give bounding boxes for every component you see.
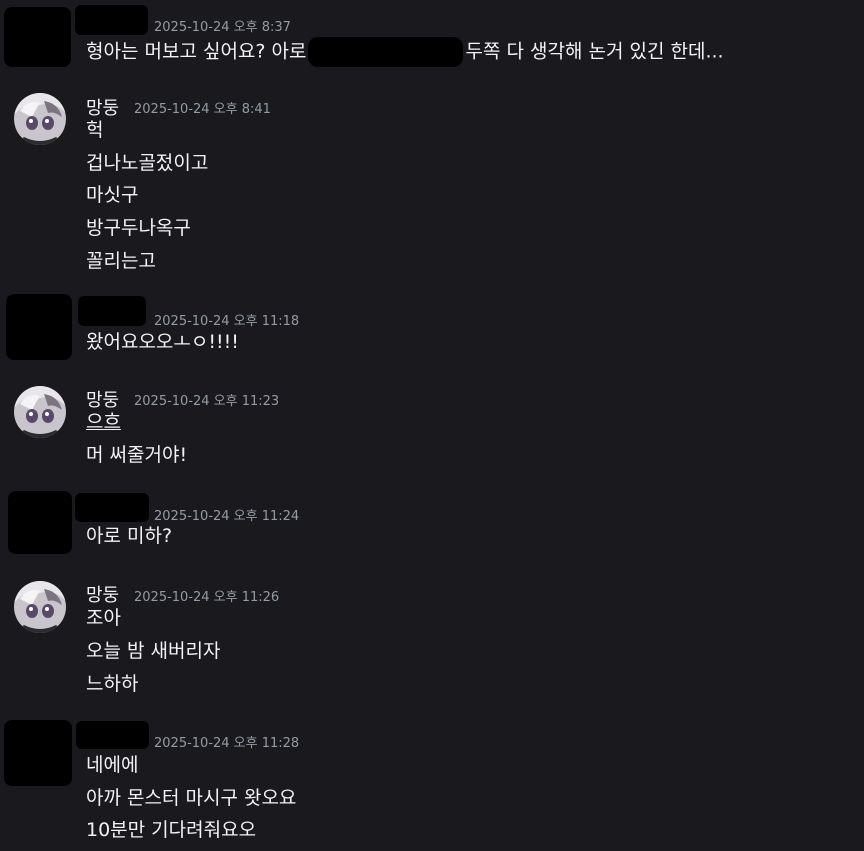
avatar[interactable] [14, 581, 66, 633]
message-timestamp: 2025-10-24 오후 8:37 [154, 20, 291, 35]
message-text: 10분만 기다려줘요오 [86, 819, 257, 841]
redacted-avatar[interactable] [8, 491, 72, 554]
redacted-username[interactable] [76, 721, 149, 749]
message-text: 마싯구 [86, 184, 139, 206]
message-text: 왔어요오오ㅗㅇ!!!! [86, 331, 239, 353]
message-timestamp: 2025-10-24 오후 11:18 [154, 314, 300, 329]
redacted-avatar[interactable] [4, 720, 72, 786]
message-text: 겁나노골젔이고 [86, 152, 209, 174]
message-timestamp: 2025-10-24 오후 11:23 [134, 394, 280, 409]
redacted-username[interactable] [75, 493, 149, 522]
redacted-username[interactable] [78, 296, 146, 326]
message-text: 아로 미하? [86, 525, 173, 547]
redacted-avatar[interactable] [4, 7, 71, 67]
anime-character-avatar-icon [14, 386, 66, 438]
username[interactable]: 망둥 [86, 386, 119, 412]
message-timestamp: 2025-10-24 오후 11:24 [154, 509, 300, 524]
message-text: 머 써줄거야! [86, 444, 188, 466]
username[interactable]: 망둥 [86, 94, 119, 120]
message-timestamp: 2025-10-24 오후 11:26 [134, 590, 280, 605]
message-text: 느하하 [86, 673, 139, 695]
message-text: 네에에 [86, 754, 139, 776]
message-text: 오늘 밤 새버리자 [86, 640, 221, 662]
username[interactable]: 망둥 [86, 581, 119, 607]
message-timestamp: 2025-10-24 오후 11:28 [154, 736, 300, 751]
message-timestamp: 2025-10-24 오후 8:41 [134, 102, 271, 117]
redacted-avatar[interactable] [6, 294, 72, 360]
message-text: 형아는 머보고 싶어요? 아로 두쪽 다 생각해 논거 있긴 한데... [86, 37, 724, 67]
avatar[interactable] [14, 93, 66, 145]
avatar[interactable] [14, 386, 66, 438]
anime-character-avatar-icon [14, 93, 66, 145]
message-text-part: 두쪽 다 생각해 논거 있긴 한데... [465, 40, 724, 63]
message-text: 헉 [86, 119, 104, 141]
message-text: 꼴리는고 [86, 250, 156, 272]
message-text: 방구두나옥구 [86, 217, 191, 239]
message-text: 아까 몬스터 마시구 왓오요 [86, 787, 297, 809]
message-text: 으흐 [86, 411, 121, 433]
message-text: 조아 [86, 607, 121, 629]
redacted-text [308, 37, 464, 67]
redacted-username[interactable] [75, 5, 148, 35]
message-text-part: 형아는 머보고 싶어요? 아로 [86, 40, 307, 63]
anime-character-avatar-icon [14, 581, 66, 633]
